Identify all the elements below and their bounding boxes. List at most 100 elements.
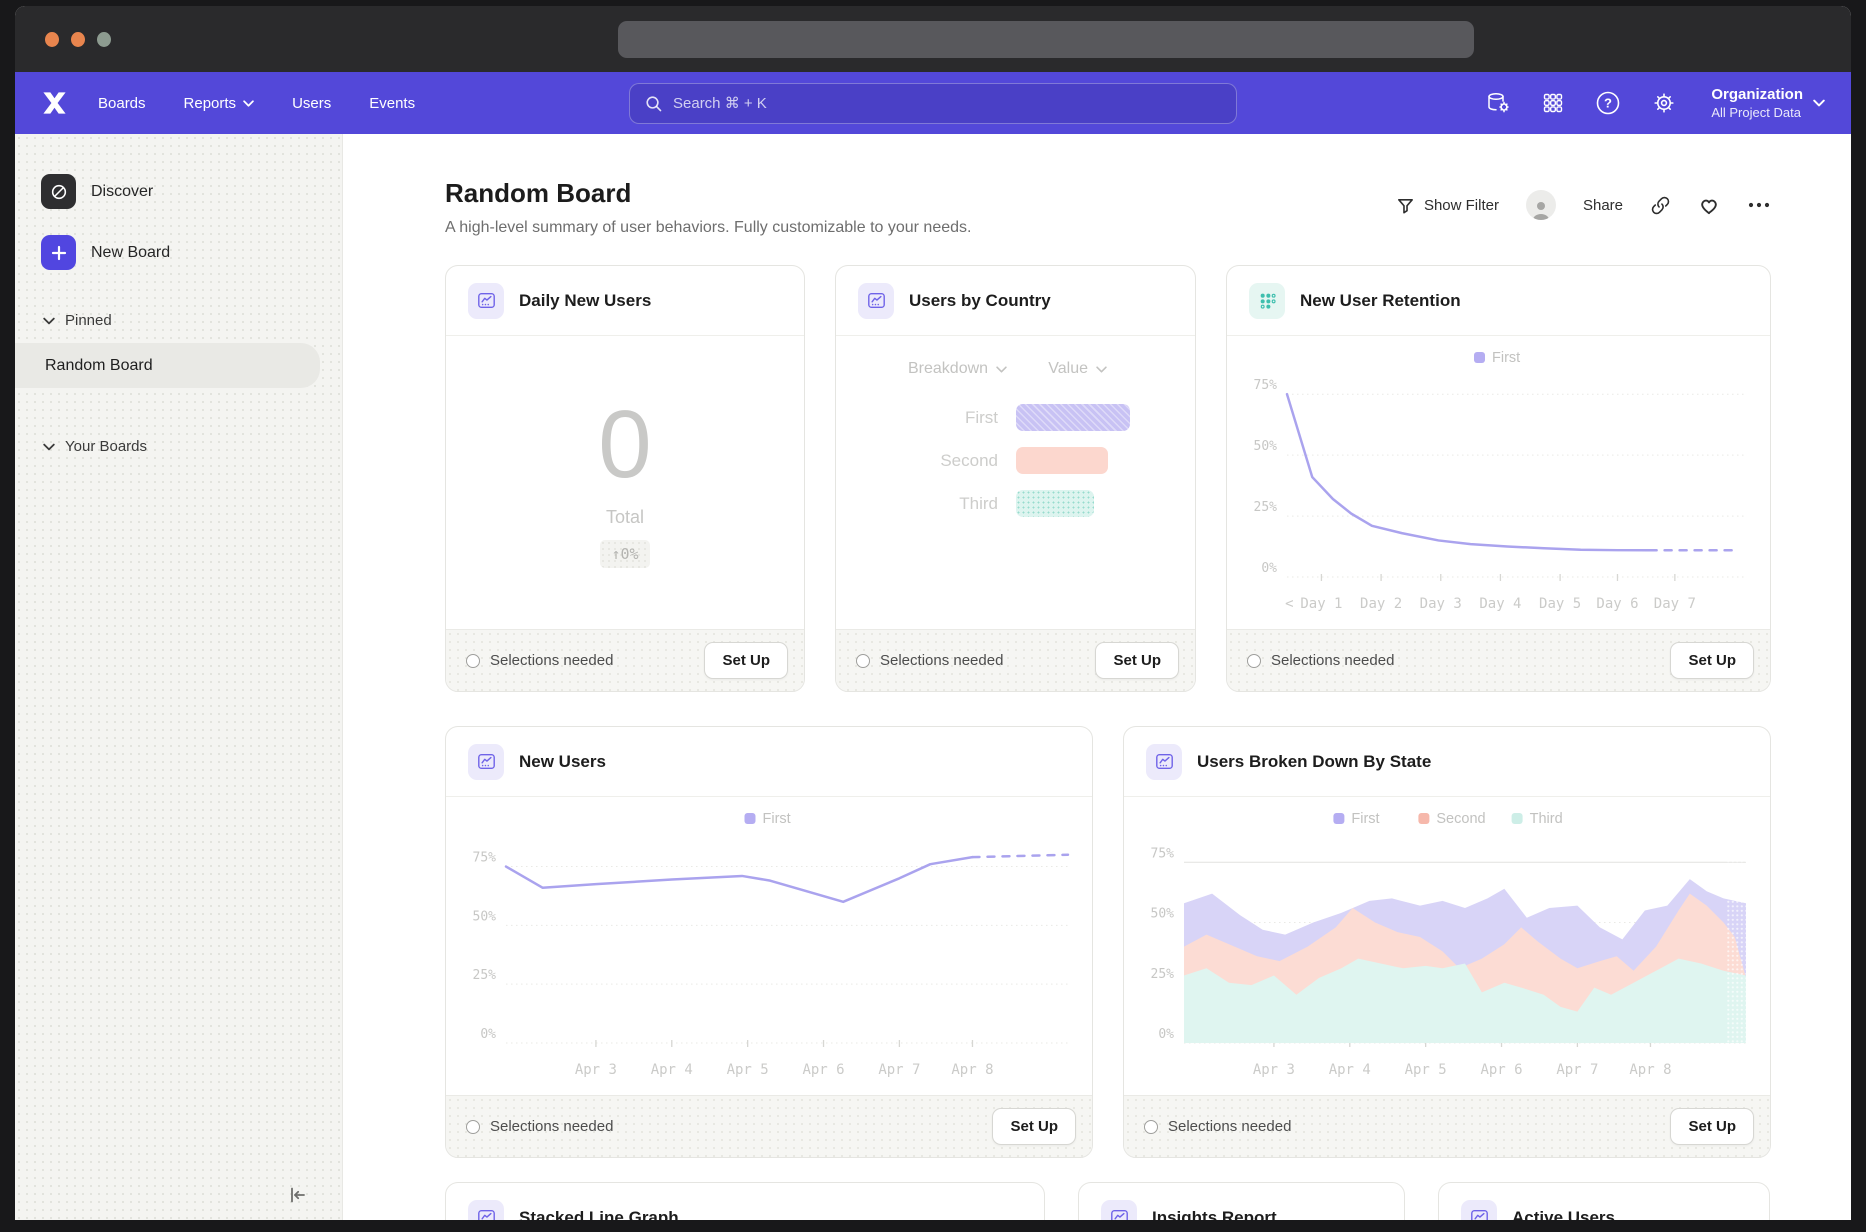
- set-up-button[interactable]: Set Up: [1670, 1108, 1754, 1145]
- svg-text:Apr 8: Apr 8: [951, 1062, 993, 1078]
- svg-text:25%: 25%: [473, 968, 497, 983]
- fullscreen-button[interactable]: [97, 32, 111, 47]
- svg-text:50%: 50%: [1254, 439, 1278, 454]
- nav-label: Boards: [98, 95, 146, 112]
- line-chart-icon: [468, 283, 504, 319]
- chevron-down-icon: [43, 443, 55, 451]
- card-stacked-line-graph: Stacked Line Graph: [445, 1182, 1045, 1220]
- help-icon[interactable]: ?: [1595, 90, 1621, 116]
- metric-delta-badge: ↑0%: [600, 540, 649, 568]
- svg-text:First: First: [763, 811, 791, 827]
- svg-text:Third: Third: [1530, 811, 1563, 827]
- traffic-lights: [45, 32, 111, 47]
- sidebar-collapse-icon[interactable]: [286, 1184, 308, 1206]
- svg-text:Second: Second: [1436, 811, 1485, 827]
- svg-text:Day 2: Day 2: [1360, 596, 1402, 612]
- board-link-label: Random Board: [45, 357, 153, 375]
- line-chart-icon: [1461, 1200, 1497, 1221]
- metric-label: Total: [606, 507, 644, 528]
- mixpanel-logo-icon[interactable]: [41, 91, 68, 115]
- set-up-button[interactable]: Set Up: [704, 642, 788, 679]
- svg-text:50%: 50%: [473, 909, 497, 924]
- set-up-button[interactable]: Set Up: [992, 1108, 1076, 1145]
- line-chart-icon: [468, 1200, 504, 1221]
- svg-text:Apr 4: Apr 4: [1329, 1062, 1371, 1078]
- sidebar-section-your-boards[interactable]: Your Boards: [43, 438, 342, 455]
- global-search[interactable]: [629, 83, 1237, 124]
- status-selections-needed: Selections needed: [466, 652, 613, 669]
- nav-item-boards[interactable]: Boards: [98, 95, 146, 112]
- nav-item-events[interactable]: Events: [369, 95, 415, 112]
- share-label: Share: [1583, 197, 1623, 214]
- show-filter-button[interactable]: Show Filter: [1396, 196, 1499, 215]
- browser-address-bar[interactable]: [618, 21, 1474, 58]
- chevron-down-icon: [1096, 366, 1107, 373]
- svg-text:Apr 6: Apr 6: [1480, 1062, 1522, 1078]
- svg-text:75%: 75%: [473, 851, 497, 866]
- avatar[interactable]: [1526, 190, 1556, 220]
- table-row: Second: [836, 447, 1195, 474]
- settings-gear-icon[interactable]: [1651, 90, 1677, 116]
- table-row: Third: [836, 490, 1195, 517]
- nav-item-users[interactable]: Users: [292, 95, 331, 112]
- svg-text:Day 4: Day 4: [1479, 596, 1521, 612]
- share-button[interactable]: Share: [1583, 197, 1623, 214]
- funnel-icon: [1396, 196, 1415, 215]
- status-selections-needed: Selections needed: [856, 652, 1003, 669]
- page-title: Random Board: [445, 178, 971, 209]
- search-icon: [644, 94, 663, 113]
- bar-second: [1016, 447, 1108, 474]
- card-daily-new-users: Daily New Users 0 Total ↑0%: [445, 265, 805, 692]
- retention-dots-grid-icon: [1249, 283, 1285, 319]
- copy-link-icon[interactable]: [1650, 195, 1671, 216]
- line-chart-icon: [858, 283, 894, 319]
- browser-titlebar: [15, 6, 1851, 72]
- board-main: Random Board A high-level summary of use…: [343, 134, 1851, 1220]
- svg-text:<: <: [1285, 596, 1293, 612]
- set-up-button[interactable]: Set Up: [1095, 642, 1179, 679]
- svg-text:?: ?: [1604, 96, 1612, 111]
- card-users-by-country: Users by Country Breakdown Value: [835, 265, 1196, 692]
- svg-text:Day 7: Day 7: [1654, 596, 1696, 612]
- sidebar-section-pinned[interactable]: Pinned: [43, 312, 342, 329]
- value-dropdown[interactable]: Value: [1048, 360, 1107, 378]
- sidebar-item-random-board[interactable]: Random Board: [15, 343, 320, 388]
- close-button[interactable]: [45, 32, 59, 47]
- chevron-down-icon: [1813, 99, 1825, 107]
- card-users-by-state: Users Broken Down By State FirstSecondTh…: [1123, 726, 1771, 1158]
- card-title: Insights Report: [1152, 1208, 1277, 1221]
- search-input[interactable]: [673, 95, 1222, 112]
- organization-switcher[interactable]: Organization All Project Data: [1711, 86, 1825, 120]
- table-row: First: [836, 404, 1195, 431]
- set-up-button[interactable]: Set Up: [1670, 642, 1754, 679]
- card-title: Users Broken Down By State: [1197, 752, 1431, 772]
- bar-third: [1016, 490, 1094, 517]
- sidebar-item-new-board[interactable]: New Board: [41, 235, 342, 270]
- status-selections-needed: Selections needed: [1247, 652, 1394, 669]
- bar-first: [1016, 404, 1130, 431]
- section-label: Your Boards: [65, 438, 147, 455]
- nav-label: Reports: [184, 95, 237, 112]
- apps-grid-icon[interactable]: [1541, 91, 1565, 115]
- minimize-button[interactable]: [71, 32, 85, 47]
- status-selections-needed: Selections needed: [1144, 1118, 1291, 1135]
- sidebar: Discover New Board Pinned Random Board Y…: [15, 134, 343, 1220]
- svg-text:Apr 5: Apr 5: [1405, 1062, 1447, 1078]
- new-users-chart: First75%50%25%0%Apr 3Apr 4Apr 5Apr 6Apr …: [446, 797, 1092, 1095]
- svg-text:25%: 25%: [1254, 500, 1278, 515]
- navbar-right: ? Organization All Project Data: [1485, 86, 1825, 120]
- breakdown-dropdown[interactable]: Breakdown: [908, 360, 1007, 378]
- more-options-icon[interactable]: [1747, 201, 1771, 209]
- svg-text:50%: 50%: [1151, 907, 1175, 922]
- data-management-icon[interactable]: [1485, 91, 1511, 115]
- compass-icon: [41, 174, 76, 209]
- nav-item-reports[interactable]: Reports: [184, 95, 255, 112]
- svg-text:Apr 6: Apr 6: [802, 1062, 844, 1078]
- organization-project: All Project Data: [1711, 105, 1803, 120]
- browser-window: Boards Reports Users Events: [15, 6, 1851, 1220]
- favorite-heart-icon[interactable]: [1698, 195, 1720, 216]
- svg-text:Day 3: Day 3: [1420, 596, 1462, 612]
- chevron-down-icon: [43, 317, 55, 325]
- svg-text:Apr 7: Apr 7: [878, 1062, 920, 1078]
- sidebar-item-discover[interactable]: Discover: [41, 174, 342, 209]
